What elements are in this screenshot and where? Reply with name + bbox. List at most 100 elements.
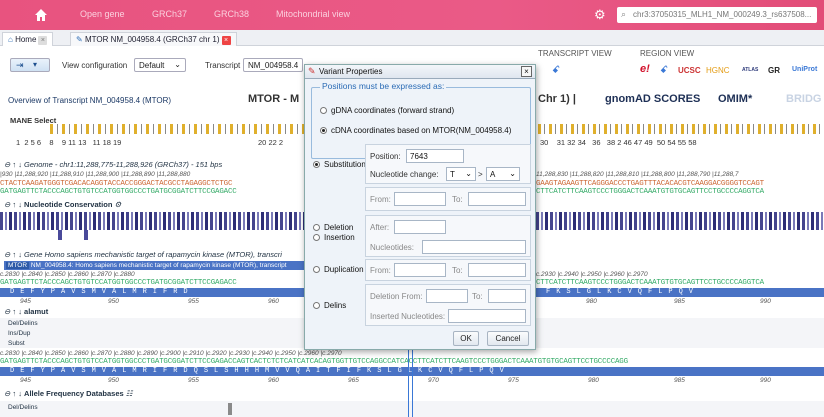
nav-grch37[interactable]: GRCh37	[152, 9, 187, 19]
seq-icon[interactable]: ꗃ	[552, 65, 560, 76]
collapse-icon[interactable]: ⊖ ↑ ↓	[4, 250, 22, 259]
insertion-option[interactable]: Insertion	[313, 233, 355, 242]
home-icon[interactable]	[34, 8, 48, 22]
dialog-titlebar[interactable]: ✎ Variant Properties ×	[305, 65, 535, 79]
ok-button[interactable]: OK	[453, 331, 479, 346]
sequence-bottom: GATGAGTTCTACCCAGCTGTGTCCATGGTGGCCCTGATGC…	[0, 188, 237, 196]
deletion-from-label: Deletion From:	[370, 292, 423, 301]
insertion-after-input[interactable]	[394, 220, 446, 234]
radio-duplication[interactable]	[313, 266, 320, 274]
position-cursor	[408, 340, 409, 417]
tab-mtor[interactable]: ✎ MTOR NM_004958.4 (GRCh37 chr 1) ×	[70, 32, 237, 46]
atlas-link[interactable]: ATLAS	[742, 67, 758, 73]
ucsc-link[interactable]: UCSC	[678, 66, 701, 75]
gr-link[interactable]: GR	[768, 66, 780, 75]
omim-link[interactable]: OMIM*	[718, 93, 752, 105]
radio-insertion[interactable]	[313, 234, 320, 242]
inserted-nucleotides-label: Inserted Nucleotides:	[370, 312, 446, 321]
uniprot-link[interactable]: UniProt	[792, 66, 817, 73]
substitution-option[interactable]: Substitution	[313, 160, 366, 169]
view-config-select[interactable]: Default ⌄	[134, 58, 186, 72]
close-icon[interactable]: ×	[221, 36, 231, 45]
exon-labels-mid: 20 22 2	[258, 138, 284, 147]
position-input[interactable]: 7643	[406, 149, 464, 163]
collapse-icon[interactable]: ⊖ ↑ ↓	[4, 160, 22, 169]
collapse-icon[interactable]: ⊖ ↑ ↓	[4, 307, 22, 316]
region-view-heading: REGION VIEW	[640, 49, 695, 58]
filter-icon[interactable]: ☷	[126, 389, 133, 398]
home-tab-icon: ⌂	[8, 35, 13, 44]
cdna-option[interactable]: cDNA coordinates based on MTOR(NM_004958…	[320, 126, 511, 135]
from-nucleotide-select[interactable]: T ⌄	[446, 167, 476, 181]
duplication-option[interactable]: Duplication	[313, 265, 364, 274]
close-icon[interactable]: ×	[521, 66, 532, 77]
conservation-bars-right	[536, 212, 824, 230]
delins-box: Deletion From: To: Inserted Nucleotides:	[365, 284, 531, 326]
delins-nucleotides-input[interactable]	[448, 309, 526, 323]
search-input[interactable]: ⌕ chr3:37050315_MLH1_NM_000249.3_rs637508…	[617, 7, 817, 23]
insertion-box: After: Nucleotides:	[365, 215, 531, 257]
substitution-box: Position: 7643 Nucleotide change: T ⌄ > A…	[365, 144, 531, 184]
aa-numbers: 945 950 955 960	[20, 298, 279, 305]
radio-cdna[interactable]	[320, 127, 327, 135]
gear-icon[interactable]: ⚙	[115, 200, 122, 209]
gene-banner[interactable]: MTOR NM_004958.4: Homo sapiens mechanist…	[4, 261, 304, 270]
seq-icon-2[interactable]: ꗃ	[660, 65, 668, 76]
search-icon: ⌕	[621, 9, 627, 19]
gnomad-scores-link[interactable]: gnomAD SCORES	[605, 93, 700, 105]
aa-numbers-right: 980 985 990	[586, 298, 771, 305]
coordinates-legend: Positions must be expressed as:	[320, 81, 447, 91]
duplication-from-input[interactable]	[394, 263, 446, 277]
radio-gdna[interactable]	[320, 107, 327, 115]
radio-delins[interactable]	[313, 302, 320, 310]
genome-ruler: |930 |11,288,920 |11,288,910 |11,288,900…	[0, 171, 191, 178]
close-icon[interactable]: ×	[38, 36, 48, 45]
tab-home[interactable]: ⌂ Home ×	[2, 32, 54, 46]
nav-grch38[interactable]: GRCh38	[214, 9, 249, 19]
deletion-from-input[interactable]	[394, 192, 446, 206]
to-label: To:	[472, 292, 483, 301]
cdna-ruler: c.2830 |c.2840 |c.2850 |c.2860 |c.2870 |…	[0, 271, 135, 278]
collapse-icon[interactable]: ⊖ ↑ ↓	[4, 389, 22, 398]
exon-track-left	[50, 124, 304, 134]
amino-acid-row: DEFYPAVSMVALMRIFRD	[0, 288, 304, 297]
radio-substitution[interactable]	[313, 161, 320, 169]
collapse-icon[interactable]: ⊖ ↑ ↓	[4, 200, 22, 209]
top-bar: Open gene GRCh37 GRCh38 Mitochondrial vi…	[0, 0, 824, 30]
delins-from-input[interactable]	[426, 289, 468, 303]
nav-mitochondrial-view[interactable]: Mitochondrial view	[276, 9, 350, 19]
from-label: From:	[370, 266, 391, 275]
hgnc-link[interactable]: HGNC	[706, 66, 730, 75]
variant-properties-dialog: ✎ Variant Properties × Positions must be…	[304, 64, 536, 350]
chevron-down-icon: ⌄	[509, 169, 516, 178]
dialog-app-icon: ✎	[308, 66, 316, 76]
delins-to-input[interactable]	[488, 289, 526, 303]
conservation-bars	[0, 212, 304, 230]
cancel-button[interactable]: Cancel	[487, 331, 529, 346]
nucleotide-change-label: Nucleotide change:	[370, 170, 439, 179]
duplication-to-input[interactable]	[468, 263, 526, 277]
to-nucleotide-select[interactable]: A ⌄	[486, 167, 520, 181]
to-label: To:	[452, 266, 463, 275]
insertion-nucleotides-input[interactable]	[422, 240, 526, 254]
transcript-select[interactable]: NM_004958.4	[243, 58, 303, 72]
position-cursor	[412, 340, 413, 417]
nav-open-gene[interactable]: Open gene	[80, 9, 125, 19]
gdna-option[interactable]: gDNA coordinates (forward strand)	[320, 106, 454, 115]
radio-deletion[interactable]	[313, 224, 320, 232]
position-label: Position:	[370, 152, 401, 161]
gear-icon[interactable]: ⚙	[594, 7, 606, 23]
deletion-to-input[interactable]	[468, 192, 526, 206]
gene-title: MTOR - M	[248, 93, 300, 105]
arrow-icon: >	[478, 170, 483, 179]
navigate-button[interactable]: ⇥ ▾	[10, 58, 50, 72]
sequence-bottom-right: CTTCATCTTCAAGTCCCTGGGACTCAAATGTGTGCAGTTC…	[536, 188, 764, 196]
allele-row-label: Del/Delins	[8, 404, 38, 411]
bridge-link[interactable]: BRIDG	[786, 93, 821, 105]
to-label: To:	[452, 195, 463, 204]
sequence-top: CTACTCAAGATGGGTCGACACAGGTACCACCGGGACTACG…	[0, 180, 233, 188]
ensembl-icon[interactable]: e!	[640, 63, 650, 75]
deletion-option[interactable]: Deletion	[313, 223, 353, 232]
delins-option[interactable]: Delins	[313, 301, 346, 310]
genome-ruler-right: 11,288,830 |11,288,820 |11,288,810 |11,2…	[536, 171, 739, 178]
